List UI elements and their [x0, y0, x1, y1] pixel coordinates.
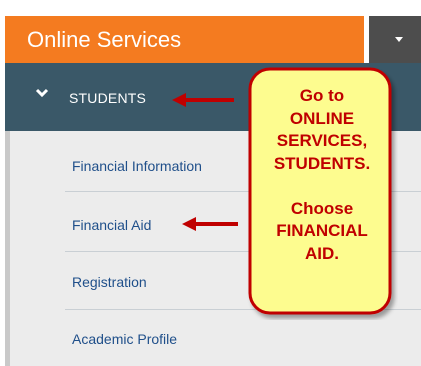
- menu-item-financial-aid[interactable]: Financial Aid: [72, 217, 151, 233]
- callout-line: SERVICES,: [276, 131, 368, 150]
- menu-item-academic-profile[interactable]: Academic Profile: [72, 331, 177, 347]
- callout-line: ONLINE: [289, 108, 355, 128]
- section-label: STUDENTS: [69, 90, 147, 106]
- online-services-header[interactable]: Online Services: [5, 16, 364, 63]
- chevron-down-icon: [35, 88, 49, 98]
- callout-text: Go to ONLINE SERVICES, STUDENTS. Choose …: [246, 85, 398, 265]
- callout-line: [246, 175, 398, 198]
- callout-line: STUDENTS.: [273, 153, 371, 173]
- header-dropdown-button[interactable]: [369, 16, 421, 63]
- callout-line: Choose: [290, 198, 354, 218]
- red-arrow-icon: [172, 93, 234, 107]
- callout-line: Go to: [299, 86, 345, 105]
- caret-down-icon: [395, 37, 403, 42]
- callout-line: FINANCIAL: [276, 221, 368, 240]
- callout-line: AID.: [305, 243, 339, 263]
- header-title: Online Services: [27, 27, 182, 52]
- instruction-callout: Go to ONLINE SERVICES, STUDENTS. Choose …: [246, 65, 398, 320]
- menu-item-financial-information[interactable]: Financial Information: [72, 158, 202, 174]
- red-arrow-icon: [182, 217, 238, 231]
- menu-item-registration[interactable]: Registration: [72, 274, 147, 290]
